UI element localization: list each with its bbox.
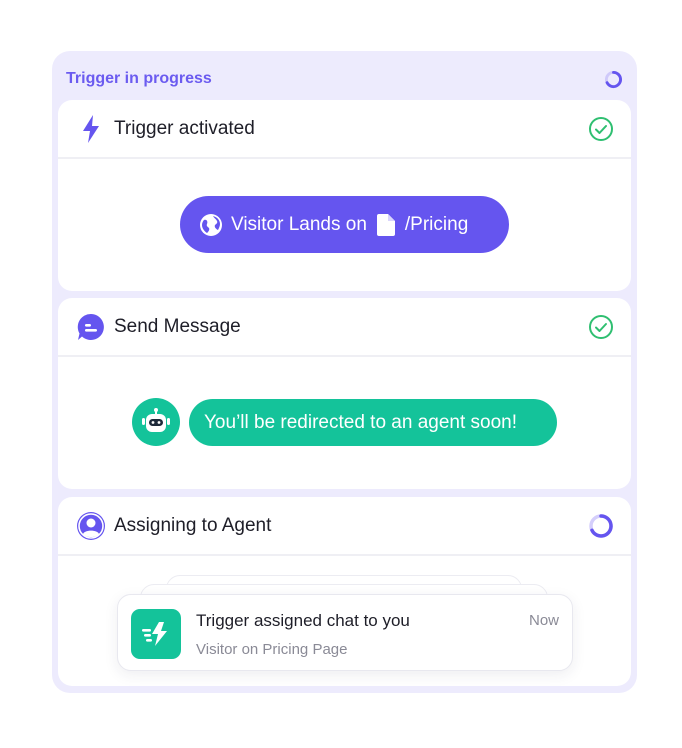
assignment-notification[interactable]: Trigger assigned chat to you Visitor on … [117,594,573,671]
trigger-panel: Trigger in progress Trigger activated Vi… [52,51,637,693]
step-card-send-message: Send Message You’ll be redirected to an … [58,298,631,489]
robot-icon [132,398,180,446]
step-title: Assigning to Agent [114,514,272,536]
globe-icon [200,213,222,236]
notification-title: Trigger assigned chat to you [196,611,410,630]
step-header: Trigger activated [58,100,631,159]
step-card-trigger-activated: Trigger activated Visitor Lands on /Pric… [58,100,631,291]
check-circle-icon [589,116,613,141]
lightning-icon [76,114,106,144]
chat-bubble-icon [76,312,106,342]
step-body: You’ll be redirected to an agent soon! [58,357,631,487]
step-title: Trigger activated [114,117,255,139]
step-header: Send Message [58,298,631,357]
step-title: Send Message [114,315,241,337]
step-body: Visitor Lands on /Pricing [58,159,631,289]
notification-subtitle: Visitor on Pricing Page [196,641,348,658]
spinner-icon [589,513,613,538]
step-header: Assigning to Agent [58,497,631,556]
message-bubble: You’ll be redirected to an agent soon! [189,399,557,446]
panel-title: Trigger in progress [66,70,212,87]
spinner-icon [604,70,623,88]
document-icon [376,213,395,236]
event-prefix: Visitor Lands on [231,213,367,235]
check-circle-icon [589,314,613,339]
panel-header: Trigger in progress [66,68,623,90]
step-body: Trigger assigned chat to you Visitor on … [58,556,631,686]
step-card-assigning-agent: Assigning to Agent Trigger assigned chat… [58,497,631,686]
user-icon [76,511,106,541]
visitor-event-pill: Visitor Lands on /Pricing [180,196,509,253]
notification-time: Now [528,612,559,629]
fast-lightning-icon [131,609,181,659]
event-page: /Pricing [404,213,469,235]
